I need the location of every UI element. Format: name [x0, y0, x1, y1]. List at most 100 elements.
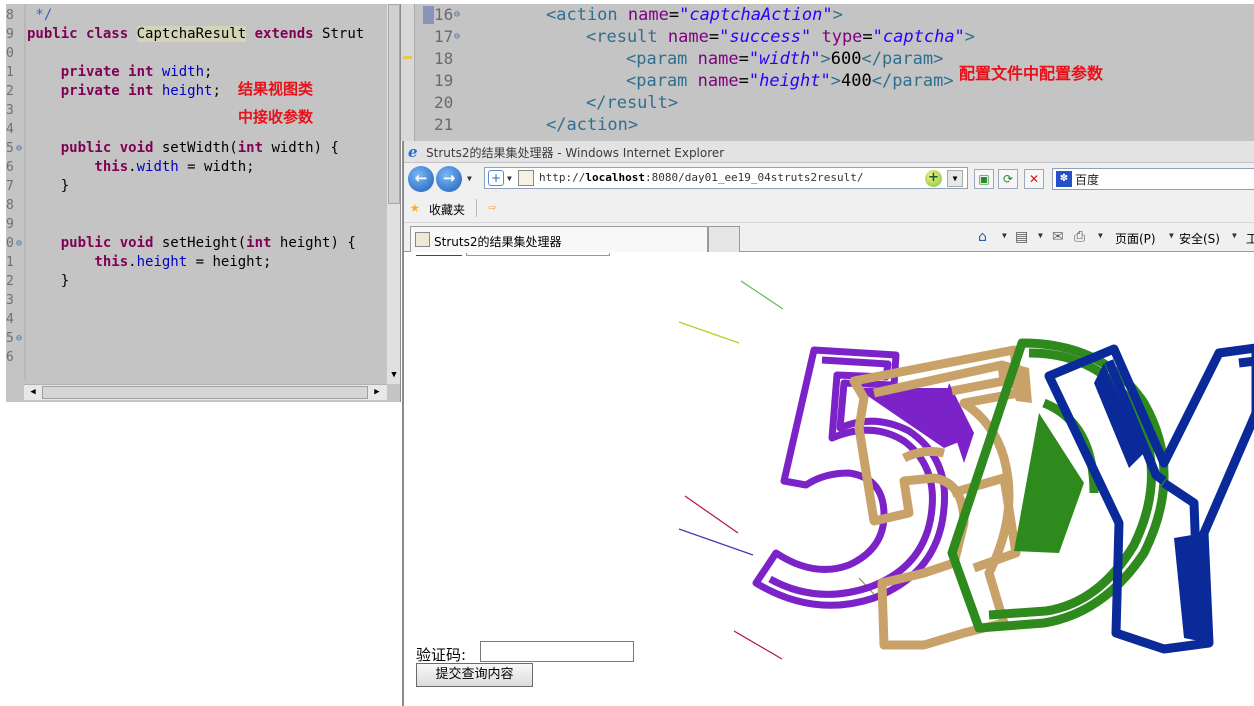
- noise-line: [733, 630, 783, 660]
- add-favorites-icon[interactable]: ⇨: [484, 200, 500, 216]
- java-code-line[interactable]: 6 this.width = width;: [6, 158, 386, 177]
- forward-arrow-icon[interactable]: →: [436, 166, 462, 192]
- url-text[interactable]: http://localhost:8080/day01_ee19_04strut…: [539, 171, 864, 184]
- history-dropdown-icon[interactable]: ▼: [467, 174, 475, 183]
- url-scheme: http://: [539, 171, 586, 184]
- scroll-left-arrow-icon[interactable]: ◀: [26, 386, 40, 399]
- java-code-line[interactable]: 6: [6, 348, 386, 367]
- compat-shield-icon[interactable]: +: [488, 170, 504, 186]
- java-code-line[interactable]: 9 public class CaptchaResult extends Stru…: [6, 25, 386, 44]
- code-token: int: [246, 235, 280, 251]
- print-dropdown-icon[interactable]: ▼: [1098, 231, 1103, 240]
- java-code-line[interactable]: 5 ⊖ public void setWidth(int width) {: [6, 139, 386, 158]
- favorites-star-icon[interactable]: ★: [410, 199, 420, 215]
- fold-toggle-icon[interactable]: ⊖: [454, 4, 460, 26]
- xml-code-line[interactable]: 18 <param name="width">600</param>: [401, 48, 1254, 70]
- fold-toggle-icon[interactable]: ⊖: [454, 26, 460, 48]
- line-number: 3: [6, 103, 14, 118]
- code-text: this.height = height;: [27, 253, 271, 272]
- java-code-line[interactable]: 4: [6, 120, 386, 139]
- java-code-line[interactable]: 5 ⊖: [6, 329, 386, 348]
- home-icon[interactable]: ⌂: [978, 229, 987, 245]
- line-number: 1: [6, 65, 14, 80]
- java-vertical-scrollbar[interactable]: ▼: [387, 4, 400, 384]
- home-dropdown-icon[interactable]: ▼: [1002, 231, 1007, 240]
- java-code-line[interactable]: 4: [6, 310, 386, 329]
- submit-query-button[interactable]: 提交查询内容: [416, 663, 533, 687]
- scroll-down-arrow-icon[interactable]: ▼: [388, 368, 400, 382]
- java-code-line[interactable]: 7 }: [6, 177, 386, 196]
- feeds-icon[interactable]: ▤: [1015, 229, 1028, 245]
- xml-code-line[interactable]: 20 </result>: [401, 92, 1254, 114]
- code-text: }: [27, 177, 69, 196]
- code-token: setHeight(: [161, 235, 247, 251]
- java-code-line[interactable]: 8: [6, 196, 386, 215]
- fold-toggle-icon[interactable]: ⊖: [16, 329, 22, 348]
- shield-dropdown-icon[interactable]: ▼: [507, 174, 512, 183]
- code-text: this.width = width;: [27, 158, 254, 177]
- page-content: 验证码: 提交查询内容: [404, 253, 1254, 706]
- tab-bar: Struts2的结果集处理器 ⌂ ▼ ▤ ▼ ✉ ⎙ ▼ 页面(P) ▼ 安全(…: [404, 223, 1254, 252]
- captcha-input[interactable]: [480, 641, 634, 662]
- java-code-line[interactable]: 1 private int width;: [6, 63, 386, 82]
- go-arrow-icon[interactable]: +: [925, 170, 942, 187]
- xml-code-line[interactable]: 21 </action>: [401, 114, 1254, 136]
- code-token: <param: [626, 49, 698, 69]
- stop-icon[interactable]: ✕: [1024, 169, 1044, 189]
- line-number: 3: [6, 293, 14, 308]
- java-horizontal-scroll-thumb[interactable]: [42, 386, 368, 399]
- java-horizontal-scrollbar[interactable]: ◀ ▶: [24, 384, 387, 400]
- java-code-line[interactable]: 9: [6, 215, 386, 234]
- fold-toggle-icon[interactable]: ⊖: [16, 139, 22, 158]
- code-text: private int width;: [27, 63, 213, 82]
- java-code-line[interactable]: 0 ⊖ public void setHeight(int height) {: [6, 234, 386, 253]
- page-menu[interactable]: 页面(P): [1115, 230, 1156, 247]
- code-token: height: [136, 254, 188, 270]
- search-box[interactable]: ✽ 百度: [1052, 168, 1254, 190]
- tools-menu[interactable]: 工: [1246, 230, 1254, 247]
- java-code-line[interactable]: 3: [6, 101, 386, 120]
- address-bar[interactable]: + ▼ http://localhost:8080/day01_ee19_04s…: [484, 167, 968, 189]
- java-code-line[interactable]: 1 this.height = height;: [6, 253, 386, 272]
- xml-code-line[interactable]: 17 ⊖ <result name="success" type="captcha"…: [401, 26, 1254, 48]
- line-number: 21: [434, 115, 454, 134]
- fold-toggle-icon[interactable]: ⊖: [16, 234, 22, 253]
- tab-struts2-result[interactable]: Struts2的结果集处理器: [410, 226, 708, 252]
- code-token: .: [128, 159, 137, 175]
- scroll-right-arrow-icon[interactable]: ▶: [370, 386, 384, 399]
- safety-menu-dropdown-icon[interactable]: ▼: [1232, 231, 1237, 240]
- code-token: Strut: [313, 26, 365, 42]
- code-token: </param>: [861, 49, 944, 69]
- back-arrow-icon[interactable]: ←: [408, 166, 434, 192]
- search-input[interactable]: 百度: [1075, 171, 1099, 188]
- code-token: >: [830, 71, 841, 91]
- new-tab-button[interactable]: [708, 226, 740, 252]
- java-editor-pane[interactable]: 8 */ 9 public class CaptchaResult extends …: [6, 4, 401, 402]
- code-text: public void setHeight(int height) {: [27, 234, 356, 253]
- java-code-line[interactable]: 0: [6, 44, 386, 63]
- favorites-button-label[interactable]: 收藏夹: [429, 201, 465, 218]
- java-vertical-scroll-thumb[interactable]: [388, 4, 400, 204]
- code-token: width: [136, 159, 179, 175]
- code-token: 400: [841, 71, 872, 91]
- xml-code-line[interactable]: 19 <param name="height">400</param>: [401, 70, 1254, 92]
- mail-icon[interactable]: ✉: [1052, 229, 1064, 245]
- ie-browser-window[interactable]: e Struts2的结果集处理器 - Windows Internet Expl…: [402, 141, 1254, 706]
- compatibility-view-icon[interactable]: ▣: [974, 169, 994, 189]
- address-dropdown-icon[interactable]: ▼: [947, 170, 963, 187]
- code-token: */: [27, 7, 53, 23]
- line-number: 7: [6, 179, 14, 194]
- java-code-line[interactable]: 2 }: [6, 272, 386, 291]
- ie-title-bar[interactable]: e Struts2的结果集处理器 - Windows Internet Expl…: [404, 141, 1254, 163]
- code-token: =: [738, 71, 749, 91]
- safety-menu[interactable]: 安全(S): [1179, 230, 1220, 247]
- xml-code-line[interactable]: 16 ⊖ <action name="captchaAction">: [401, 4, 1254, 26]
- java-code-line[interactable]: 8 */: [6, 6, 386, 25]
- java-code-line[interactable]: 2 private int height;: [6, 82, 386, 101]
- xml-editor-pane[interactable]: 16 ⊖ <action name="captchaAction"> 17 ⊖ <resu…: [400, 4, 1254, 141]
- java-code-line[interactable]: 3: [6, 291, 386, 310]
- print-icon[interactable]: ⎙: [1074, 229, 1085, 245]
- page-menu-dropdown-icon[interactable]: ▼: [1169, 231, 1174, 240]
- refresh-icon[interactable]: ⟳: [998, 169, 1018, 189]
- feeds-dropdown-icon[interactable]: ▼: [1038, 231, 1043, 240]
